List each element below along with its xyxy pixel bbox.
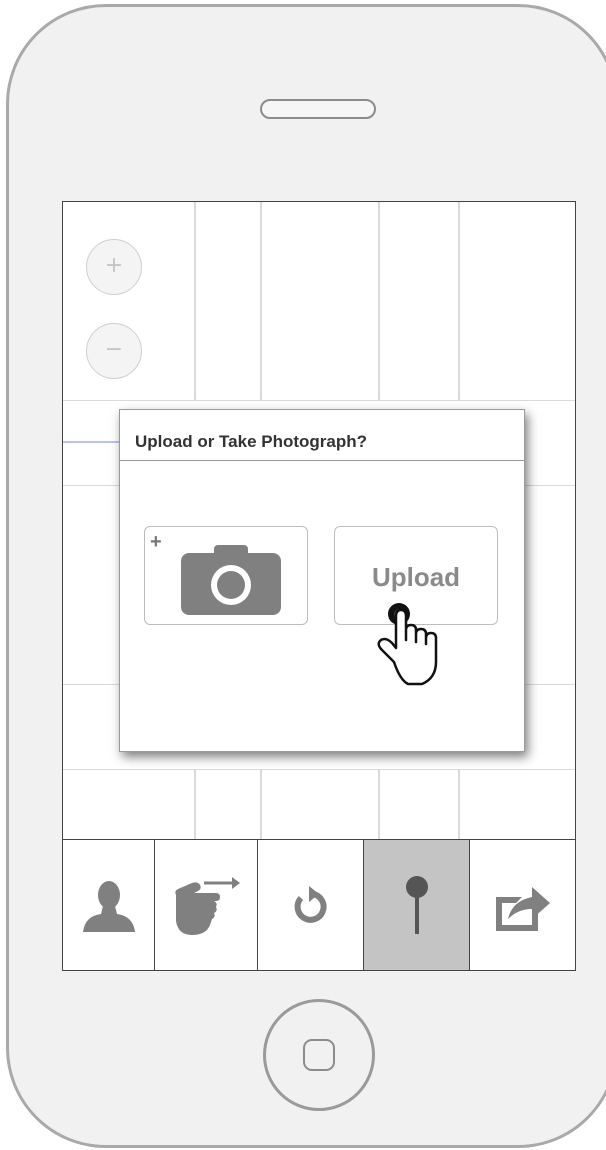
upload-dialog: Upload or Take Photograph? + Upload [119, 409, 525, 752]
map-block [195, 769, 261, 840]
home-button[interactable] [263, 999, 375, 1111]
camera-icon [181, 545, 281, 615]
upload-label: Upload [371, 562, 461, 592]
map-view[interactable]: + − Upload or Take Photograph? + Upload [63, 202, 575, 840]
map-pin-icon [405, 875, 428, 934]
toolbar-pin-button[interactable] [364, 840, 470, 970]
zoom-in-button[interactable]: + [86, 239, 142, 295]
map-block [459, 202, 575, 401]
swipe-hand-icon [175, 876, 240, 935]
zoom-out-button[interactable]: − [86, 323, 142, 379]
person-icon [82, 880, 135, 932]
toolbar-refresh-button[interactable] [258, 840, 364, 970]
refresh-icon [294, 885, 327, 923]
map-road [63, 441, 123, 443]
map-block [195, 202, 261, 401]
plus-icon: + [150, 531, 162, 553]
dialog-title: Upload or Take Photograph? [120, 410, 524, 461]
toolbar-share-button[interactable] [470, 840, 575, 970]
share-icon [495, 886, 550, 931]
map-block [261, 202, 379, 401]
phone-frame: + − Upload or Take Photograph? + Upload [6, 4, 606, 1148]
phone-speaker [260, 99, 376, 119]
toolbar-profile-button[interactable] [63, 840, 155, 970]
home-square-icon [303, 1039, 335, 1071]
toolbar-swipe-button[interactable] [155, 840, 258, 970]
map-block [379, 769, 459, 840]
tap-hand-icon [377, 603, 438, 686]
map-block [379, 202, 459, 401]
take-photo-button[interactable]: + [144, 526, 308, 625]
map-block [63, 769, 195, 840]
map-block [261, 769, 379, 840]
map-block [459, 769, 575, 840]
bottom-toolbar [63, 839, 575, 970]
phone-screen: + − Upload or Take Photograph? + Upload [62, 201, 576, 971]
